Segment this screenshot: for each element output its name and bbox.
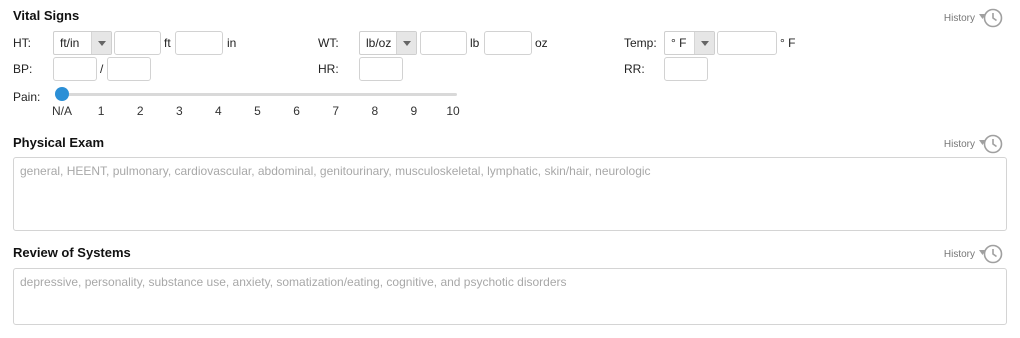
bp-diastolic-input[interactable] <box>107 57 151 81</box>
wt-unit-select[interactable]: lb/oz <box>359 31 417 55</box>
pain-tick-label: 4 <box>215 104 222 118</box>
ht-unit-select-value: ft/in <box>60 36 80 50</box>
temp-unit-select-value: ° F <box>671 36 687 50</box>
rr-input[interactable] <box>664 57 708 81</box>
pain-tick-label: 5 <box>254 104 261 118</box>
history-clock-icon <box>978 244 1004 264</box>
wt-ounces-input[interactable] <box>484 31 532 55</box>
bp-separator: / <box>100 62 104 76</box>
chevron-down-icon <box>91 32 111 54</box>
pain-tick-label: 9 <box>410 104 418 118</box>
history-label: History <box>943 138 975 150</box>
wt-ounces-unit: oz <box>535 36 548 50</box>
ht-feet-input[interactable] <box>114 31 161 55</box>
physical-exam-history-button[interactable]: History <box>944 134 1004 154</box>
review-of-systems-placeholder: depressive, personality, substance use, … <box>20 275 567 289</box>
chevron-down-icon <box>694 32 714 54</box>
review-of-systems-textarea[interactable]: depressive, personality, substance use, … <box>13 268 1007 325</box>
wt-pounds-unit: lb <box>470 36 480 50</box>
wt-unit-select-value: lb/oz <box>366 36 392 50</box>
bp-label: BP: <box>13 62 33 76</box>
pain-tick-label: N/A <box>51 104 72 118</box>
pain-tick-label: 7 <box>332 104 340 118</box>
bp-systolic-input[interactable] <box>53 57 97 81</box>
pain-tick-label: 8 <box>371 104 379 118</box>
pain-label: Pain: <box>13 90 41 104</box>
pain-tick-label: 10 <box>446 104 460 118</box>
physical-exam-title: Physical Exam <box>13 135 105 150</box>
history-label: History <box>943 12 975 24</box>
history-label: History <box>943 248 975 260</box>
rr-label: RR: <box>624 62 645 76</box>
review-of-systems-history-button[interactable]: History <box>944 244 1004 264</box>
ht-label: HT: <box>13 36 31 50</box>
temp-unit-select[interactable]: ° F <box>664 31 715 55</box>
ht-inches-unit: in <box>227 36 237 50</box>
pain-slider-track[interactable] <box>62 93 457 96</box>
temp-label: Temp: <box>624 36 657 50</box>
history-clock-icon <box>978 8 1004 28</box>
pain-tick-label: 6 <box>293 104 300 118</box>
hr-input[interactable] <box>359 57 403 81</box>
vital-signs-title: Vital Signs <box>13 8 80 23</box>
history-clock-icon <box>978 134 1004 154</box>
temp-unit: ° F <box>780 36 796 50</box>
wt-label: WT: <box>318 36 339 50</box>
review-of-systems-title: Review of Systems <box>13 245 131 260</box>
ht-unit-select[interactable]: ft/in <box>53 31 112 55</box>
vital-signs-history-button[interactable]: History <box>944 8 1004 28</box>
hr-label: HR: <box>318 62 339 76</box>
wt-pounds-input[interactable] <box>420 31 467 55</box>
ht-inches-input[interactable] <box>175 31 223 55</box>
pain-tick-label: 2 <box>136 104 144 118</box>
physical-exam-placeholder: general, HEENT, pulmonary, cardiovascula… <box>20 164 651 178</box>
physical-exam-textarea[interactable]: general, HEENT, pulmonary, cardiovascula… <box>13 157 1007 231</box>
pain-slider-handle[interactable] <box>55 87 69 101</box>
pain-tick-label: 3 <box>175 104 183 118</box>
chevron-down-icon <box>396 32 416 54</box>
pain-tick-label: 1 <box>97 104 105 118</box>
ht-feet-unit: ft <box>164 36 171 50</box>
temp-input[interactable] <box>717 31 777 55</box>
